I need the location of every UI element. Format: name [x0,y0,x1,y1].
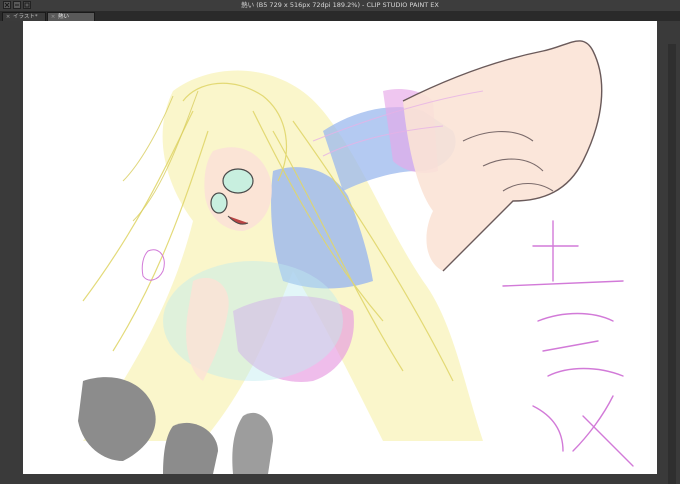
window-title: 熱い (B5 729 x 516px 72dpi 189.2%) - CLIP … [241,1,439,9]
eye-right [222,168,254,194]
tab-close-icon[interactable]: × [5,13,11,21]
tab-close-icon[interactable]: × [50,13,56,21]
tab-atsui[interactable]: × 熱い [47,12,95,21]
drawing-canvas[interactable] [23,21,657,474]
vertical-scrollbar[interactable] [668,44,676,484]
tab-illustration[interactable]: × イラスト* [2,12,46,21]
eye-left [210,192,228,214]
tab-label: 熱い [58,14,70,20]
rough-text-strokes [502,220,634,467]
hand-shape [403,40,602,271]
canvas-area[interactable] [0,21,680,484]
document-tab-bar: × イラスト* × 熱い [0,11,680,21]
shoe-back [232,412,273,474]
tab-label: イラスト* [13,14,38,20]
sketch-illustration [78,40,634,474]
